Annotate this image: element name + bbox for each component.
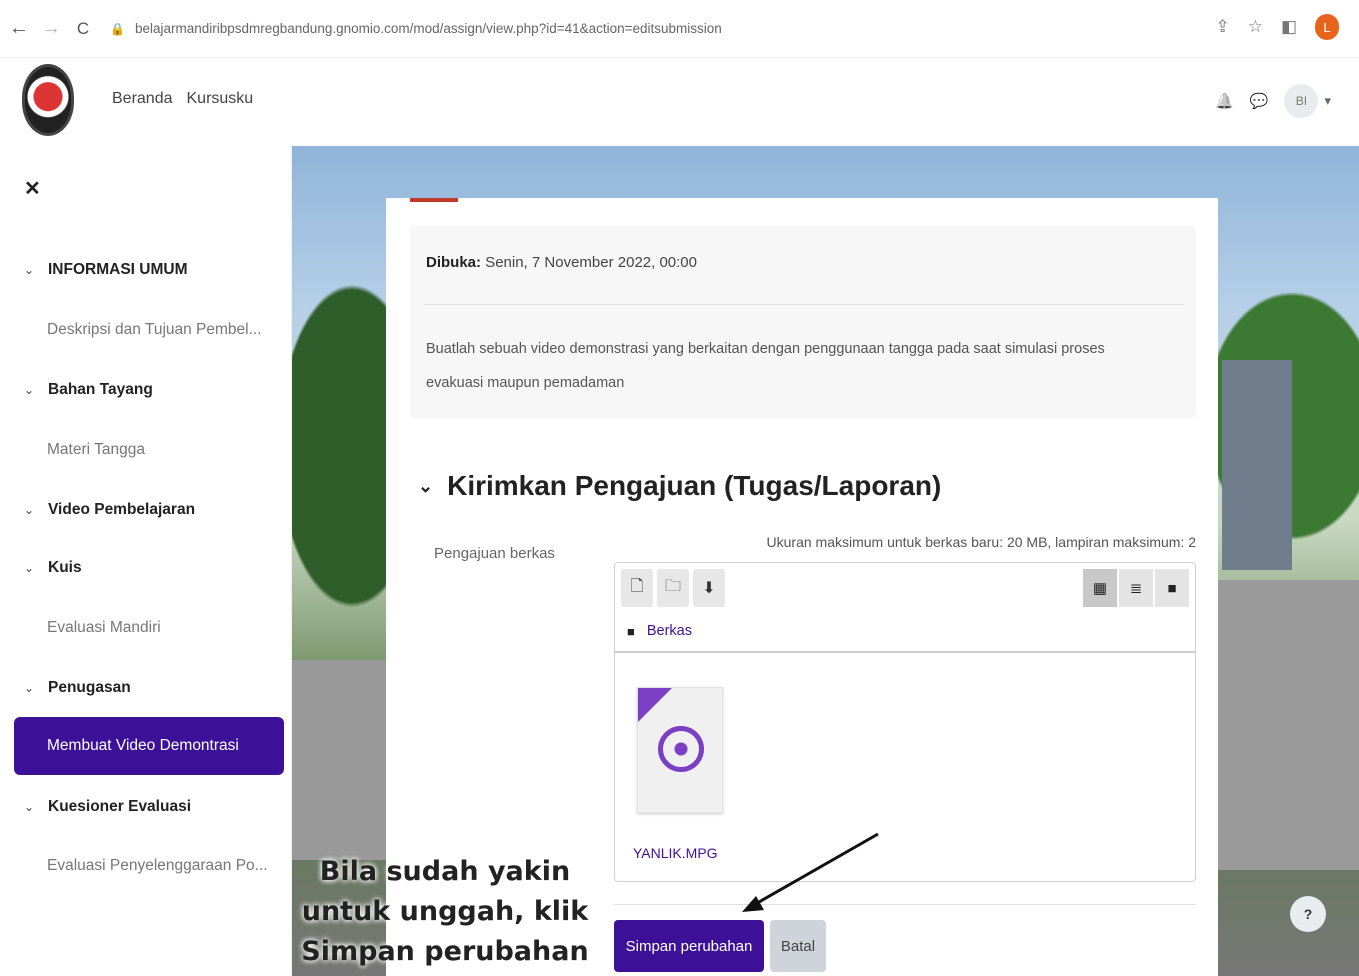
- assignment-description: Buatlah sebuah video demonstrasi yang be…: [426, 341, 1105, 391]
- course-index-drawer: ✕ ⌄ INFORMASI UMUM Deskripsi dan Tujuan …: [0, 146, 292, 976]
- browser-profile-icon[interactable]: L: [1315, 14, 1339, 40]
- background-wall: [292, 660, 386, 860]
- download-icon[interactable]: ⬇: [693, 569, 725, 607]
- sidebar-item-materi-tangga[interactable]: Materi Tangga: [0, 430, 292, 470]
- sidepanel-icon[interactable]: ◧: [1281, 17, 1297, 37]
- folder-icon: ■: [627, 623, 635, 639]
- icon-view-icon[interactable]: ▦: [1083, 569, 1117, 607]
- sidebar-item-label: Evaluasi Penyelenggaraan Po...: [47, 857, 268, 874]
- share-icon[interactable]: ⇪: [1215, 17, 1229, 37]
- file-corner: [638, 688, 672, 722]
- divider: [424, 304, 1184, 305]
- sidebar-item-evaluasi-mandiri[interactable]: Evaluasi Mandiri: [0, 608, 292, 648]
- sidebar-item-deskripsi[interactable]: Deskripsi dan Tujuan Pembel...: [0, 310, 292, 350]
- back-icon[interactable]: ←: [6, 16, 32, 42]
- chevron-down-icon[interactable]: ⌄: [24, 561, 40, 575]
- lock-icon: 🔒: [110, 21, 125, 36]
- sidebar-item-label: Membuat Video Demontrasi: [47, 737, 239, 754]
- sidebar-item-evaluasi-penyelenggaraan[interactable]: Evaluasi Penyelenggaraan Po...: [0, 846, 292, 886]
- chevron-down-icon[interactable]: ⌄: [24, 263, 40, 277]
- file-submission-label: Pengajuan berkas: [434, 545, 555, 562]
- file-manager: 🗋 🗀 ⬇ ▦ ≣ ■ ■ Berkas YANLIK.MPG: [614, 562, 1196, 882]
- section-label: Bahan Tayang: [48, 381, 153, 398]
- background-road: [1218, 580, 1359, 870]
- file-name[interactable]: YANLIK.MPG: [633, 845, 718, 861]
- chevron-down-icon[interactable]: ⌄: [24, 681, 40, 695]
- path-root-link[interactable]: Berkas: [647, 623, 692, 639]
- section-title: Kirimkan Pengajuan (Tugas/Laporan): [447, 470, 942, 501]
- upload-limit-note: Ukuran maksimum untuk berkas baru: 20 MB…: [766, 534, 1196, 550]
- file-path-breadcrumb: ■ Berkas: [627, 623, 692, 639]
- folder-tree-icon[interactable]: ■: [1155, 569, 1189, 607]
- sidebar-item-label: Evaluasi Mandiri: [47, 619, 161, 636]
- chevron-down-icon[interactable]: ▾: [1324, 93, 1331, 109]
- file-manager-toolbar: 🗋 🗀 ⬇: [621, 569, 725, 607]
- opened-label: Dibuka:: [426, 254, 482, 271]
- section-kuis[interactable]: ⌄ Kuis: [0, 548, 292, 588]
- divider: [614, 904, 1196, 905]
- bell-icon[interactable]: 🔔: [1215, 92, 1234, 110]
- browser-toolbar: ← → C 🔒 belajarmandiribpsdmregbandung.gn…: [0, 0, 1359, 58]
- section-penugasan[interactable]: ⌄ Penugasan: [0, 668, 292, 708]
- help-button[interactable]: ?: [1290, 896, 1326, 932]
- submission-section-header[interactable]: ⌄ Kirimkan Pengajuan (Tugas/Laporan): [418, 470, 941, 502]
- section-video-pembelajaran[interactable]: ⌄ Video Pembelajaran: [0, 490, 292, 530]
- close-icon[interactable]: ✕: [24, 176, 41, 201]
- opened-value: Senin, 7 November 2022, 00:00: [485, 254, 697, 271]
- chevron-down-icon[interactable]: ⌄: [418, 476, 433, 497]
- chevron-down-icon[interactable]: ⌄: [24, 383, 40, 397]
- add-file-icon[interactable]: 🗋: [621, 569, 653, 607]
- sidebar-item-membuat-video[interactable]: Membuat Video Demontrasi: [14, 717, 284, 775]
- background-building: [1222, 360, 1292, 570]
- section-informasi-umum[interactable]: ⌄ INFORMASI UMUM: [0, 250, 292, 290]
- section-label: Kuis: [48, 559, 82, 576]
- chat-icon[interactable]: 💬: [1250, 92, 1269, 110]
- nav-kursusku[interactable]: Kursusku: [187, 90, 254, 108]
- card-accent: [410, 198, 458, 202]
- assignment-info: Dibuka: Senin, 7 November 2022, 00:00 Bu…: [410, 226, 1196, 418]
- forward-icon[interactable]: →: [38, 16, 64, 42]
- divider: [615, 651, 1195, 653]
- section-label: Penugasan: [48, 679, 131, 696]
- tutorial-annotation: Bila sudah yakin untuk unggah, klik Simp…: [301, 856, 589, 967]
- section-label: Kuesioner Evaluasi: [48, 798, 192, 815]
- section-label: INFORMASI UMUM: [48, 261, 188, 278]
- sidebar-item-label: Deskripsi dan Tujuan Pembel...: [47, 321, 262, 338]
- reload-icon[interactable]: C: [70, 16, 96, 42]
- site-logo[interactable]: [22, 64, 74, 136]
- annotation-arrow: [742, 832, 879, 912]
- new-folder-icon[interactable]: 🗀: [657, 569, 689, 607]
- cancel-button[interactable]: Batal: [770, 920, 826, 972]
- nav-beranda[interactable]: Beranda: [112, 90, 173, 108]
- opened-date: Dibuka: Senin, 7 November 2022, 00:00: [426, 254, 697, 271]
- video-file-icon[interactable]: [637, 687, 723, 813]
- sidebar-item-label: Materi Tangga: [47, 441, 145, 458]
- section-label: Video Pembelajaran: [48, 501, 196, 518]
- star-icon[interactable]: ☆: [1248, 17, 1263, 37]
- chevron-down-icon[interactable]: ⌄: [24, 800, 40, 814]
- address-bar[interactable]: 🔒 belajarmandiribpsdmregbandung.gnomio.c…: [110, 14, 1190, 44]
- section-kuesioner-evaluasi[interactable]: ⌄ Kuesioner Evaluasi: [0, 787, 292, 827]
- section-bahan-tayang[interactable]: ⌄ Bahan Tayang: [0, 370, 292, 410]
- site-header: Beranda Kursusku 🔔 💬 BI ▾: [0, 58, 1359, 146]
- list-view-icon[interactable]: ≣: [1119, 569, 1153, 607]
- film-reel-icon: [658, 726, 704, 772]
- chevron-down-icon[interactable]: ⌄: [24, 503, 40, 517]
- primary-nav: Beranda Kursusku: [112, 90, 253, 108]
- view-switcher: ▦ ≣ ■: [1083, 569, 1189, 607]
- user-avatar[interactable]: BI: [1284, 84, 1319, 118]
- save-changes-button[interactable]: Simpan perubahan: [614, 920, 764, 972]
- url-text: belajarmandiribpsdmregbandung.gnomio.com…: [134, 21, 722, 36]
